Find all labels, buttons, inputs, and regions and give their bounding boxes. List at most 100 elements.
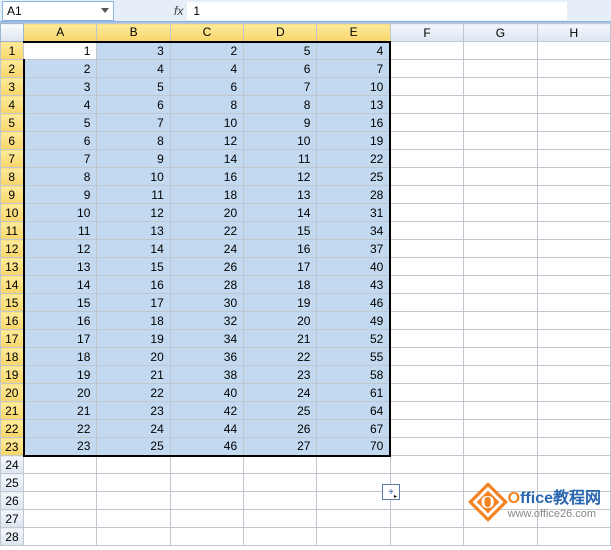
cell[interactable]: 17 (24, 330, 97, 348)
cell[interactable] (244, 456, 317, 474)
row-header[interactable]: 1 (1, 42, 24, 60)
cell[interactable] (464, 222, 537, 240)
cell[interactable]: 26 (170, 258, 243, 276)
cell[interactable] (170, 474, 243, 492)
row-header[interactable]: 23 (1, 438, 24, 456)
cell[interactable] (537, 132, 610, 150)
cell[interactable]: 23 (24, 438, 97, 456)
row-header[interactable]: 11 (1, 222, 24, 240)
column-header[interactable]: B (97, 24, 170, 42)
cell[interactable]: 13 (24, 258, 97, 276)
spreadsheet-grid[interactable]: ABCDEFGH 1132542244673356710446881355710… (0, 22, 611, 546)
cell[interactable] (464, 348, 537, 366)
cell[interactable] (464, 42, 537, 60)
cell[interactable] (97, 528, 170, 546)
cell[interactable]: 22 (24, 420, 97, 438)
cell[interactable]: 20 (97, 348, 170, 366)
cell[interactable]: 15 (24, 294, 97, 312)
cell[interactable]: 18 (244, 276, 317, 294)
cell[interactable]: 23 (97, 402, 170, 420)
cell[interactable]: 8 (97, 132, 170, 150)
column-header[interactable]: D (244, 24, 317, 42)
cell[interactable] (317, 510, 390, 528)
cell[interactable]: 13 (244, 186, 317, 204)
cell[interactable]: 16 (24, 312, 97, 330)
row-header[interactable]: 22 (1, 420, 24, 438)
cell[interactable]: 52 (317, 330, 390, 348)
cell[interactable] (537, 294, 610, 312)
cell[interactable] (537, 348, 610, 366)
cell[interactable]: 28 (170, 276, 243, 294)
cell[interactable] (390, 240, 463, 258)
cell[interactable] (464, 96, 537, 114)
cell[interactable]: 15 (97, 258, 170, 276)
cell[interactable]: 9 (24, 186, 97, 204)
cell[interactable] (97, 456, 170, 474)
cell[interactable]: 36 (170, 348, 243, 366)
cell[interactable] (464, 366, 537, 384)
cell[interactable]: 4 (24, 96, 97, 114)
cell[interactable] (537, 528, 610, 546)
cell[interactable]: 26 (244, 420, 317, 438)
cell[interactable] (317, 528, 390, 546)
cell[interactable] (390, 438, 463, 456)
cell[interactable] (244, 510, 317, 528)
cell[interactable]: 67 (317, 420, 390, 438)
cell[interactable]: 18 (97, 312, 170, 330)
cell[interactable] (390, 456, 463, 474)
cell[interactable] (464, 276, 537, 294)
cell[interactable] (390, 168, 463, 186)
cell[interactable]: 10 (24, 204, 97, 222)
cell[interactable]: 27 (244, 438, 317, 456)
cell[interactable]: 4 (170, 60, 243, 78)
cell[interactable] (390, 348, 463, 366)
cell[interactable]: 21 (244, 330, 317, 348)
cell[interactable] (390, 492, 463, 510)
cell[interactable] (464, 78, 537, 96)
cell[interactable]: 2 (170, 42, 243, 60)
cell[interactable]: 46 (170, 438, 243, 456)
row-header[interactable]: 18 (1, 348, 24, 366)
row-header[interactable]: 21 (1, 402, 24, 420)
cell[interactable] (390, 474, 463, 492)
cell[interactable] (24, 510, 97, 528)
cell[interactable]: 14 (244, 204, 317, 222)
row-header[interactable]: 20 (1, 384, 24, 402)
cell[interactable]: 31 (317, 204, 390, 222)
cell[interactable] (390, 294, 463, 312)
cell[interactable]: 21 (24, 402, 97, 420)
cell[interactable]: 12 (97, 204, 170, 222)
cell[interactable] (537, 78, 610, 96)
cell[interactable]: 25 (97, 438, 170, 456)
cell[interactable] (537, 276, 610, 294)
autofill-options-icon[interactable]: + (382, 484, 400, 500)
cell[interactable]: 14 (97, 240, 170, 258)
cell[interactable] (537, 366, 610, 384)
cell[interactable]: 5 (24, 114, 97, 132)
column-header[interactable]: E (317, 24, 390, 42)
cell[interactable] (464, 384, 537, 402)
cell[interactable]: 8 (170, 96, 243, 114)
cell[interactable]: 46 (317, 294, 390, 312)
cell[interactable] (464, 330, 537, 348)
cell[interactable]: 13 (317, 96, 390, 114)
cell[interactable] (170, 528, 243, 546)
cell[interactable] (464, 456, 537, 474)
row-header[interactable]: 14 (1, 276, 24, 294)
cell[interactable]: 6 (244, 60, 317, 78)
row-header[interactable]: 4 (1, 96, 24, 114)
cell[interactable] (464, 150, 537, 168)
cell[interactable]: 20 (244, 312, 317, 330)
cell[interactable]: 34 (170, 330, 243, 348)
column-header[interactable]: C (170, 24, 243, 42)
column-header[interactable]: G (464, 24, 537, 42)
cell[interactable] (390, 330, 463, 348)
cell[interactable]: 6 (97, 96, 170, 114)
cell[interactable]: 21 (97, 366, 170, 384)
row-header[interactable]: 2 (1, 60, 24, 78)
cell[interactable] (317, 456, 390, 474)
cell[interactable]: 11 (244, 150, 317, 168)
cell[interactable]: 70 (317, 438, 390, 456)
cell[interactable] (464, 114, 537, 132)
cell[interactable]: 10 (170, 114, 243, 132)
